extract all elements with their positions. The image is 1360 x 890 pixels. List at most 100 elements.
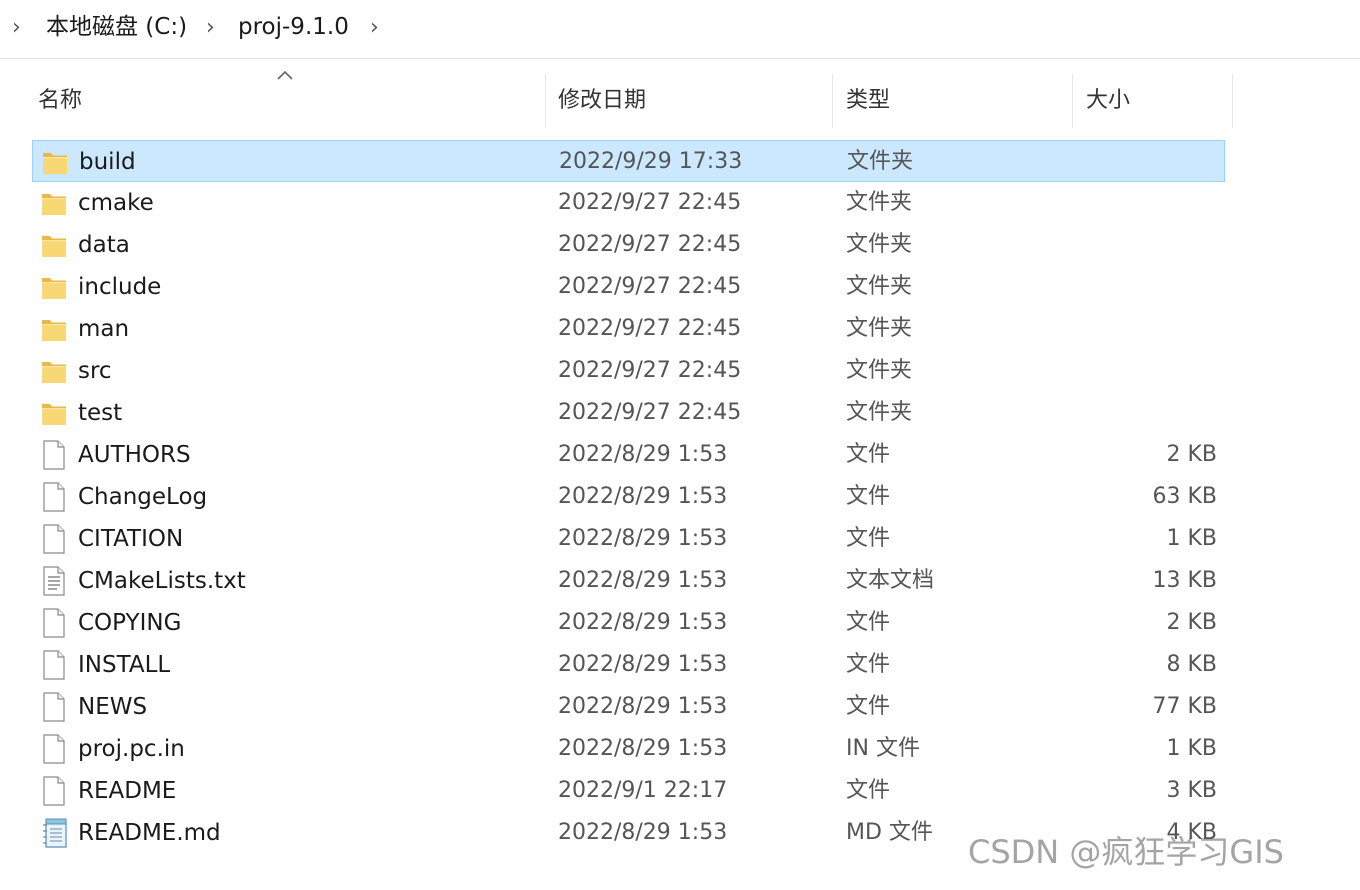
file-name[interactable]: CITATION	[78, 518, 183, 560]
file-type: 文件	[846, 778, 891, 803]
file-row[interactable]: src 2022/9/27 22:45 文件夹	[32, 350, 1225, 392]
file-row[interactable]: CITATION 2022/8/29 1:53 文件 1 KB	[32, 518, 1225, 560]
file-icon	[41, 607, 67, 639]
folder-icon	[41, 397, 67, 429]
file-type: 文件夹	[846, 316, 913, 341]
file-icon	[41, 523, 67, 555]
file-modified-date: 2022/8/29 1:53	[558, 694, 728, 719]
file-size: 8 KB	[1166, 652, 1217, 677]
column-divider[interactable]	[1072, 74, 1073, 128]
file-name[interactable]: build	[79, 141, 136, 183]
file-modified-date: 2022/8/29 1:53	[558, 610, 728, 635]
file-modified-date: 2022/8/29 1:53	[558, 652, 728, 677]
file-row[interactable]: CMakeLists.txt 2022/8/29 1:53 文本文档 13 KB	[32, 560, 1225, 602]
file-icon	[41, 733, 67, 765]
breadcrumb-item-folder[interactable]: proj-9.1.0	[238, 12, 349, 42]
file-row[interactable]: AUTHORS 2022/8/29 1:53 文件 2 KB	[32, 434, 1225, 476]
file-size: 77 KB	[1152, 694, 1217, 719]
file-modified-date: 2022/9/27 22:45	[558, 190, 742, 215]
file-type: 文件	[846, 442, 891, 467]
file-modified-date: 2022/8/29 1:53	[558, 736, 728, 761]
notepad-file-icon	[41, 817, 67, 849]
column-header-size[interactable]: 大小	[1074, 74, 1232, 128]
chevron-right-icon[interactable]: ›	[12, 14, 21, 42]
file-name[interactable]: include	[78, 266, 161, 308]
file-row[interactable]: data 2022/9/27 22:45 文件夹	[32, 224, 1225, 266]
column-header-name[interactable]: 名称	[26, 74, 544, 128]
file-type: 文件	[846, 484, 891, 509]
column-header-type[interactable]: 类型	[834, 74, 1072, 128]
file-size: 63 KB	[1152, 484, 1217, 509]
file-name[interactable]: test	[78, 392, 122, 434]
file-row[interactable]: ChangeLog 2022/8/29 1:53 文件 63 KB	[32, 476, 1225, 518]
file-modified-date: 2022/9/1 22:17	[558, 778, 728, 803]
file-name[interactable]: AUTHORS	[78, 434, 191, 476]
file-name[interactable]: README.md	[78, 812, 221, 854]
file-name[interactable]: src	[78, 350, 112, 392]
file-type: 文本文档	[846, 568, 935, 593]
file-type: 文件	[846, 694, 891, 719]
chevron-right-icon[interactable]: ›	[370, 14, 379, 42]
column-divider[interactable]	[1232, 74, 1233, 128]
folder-icon	[42, 146, 68, 178]
file-modified-date: 2022/8/29 1:53	[558, 484, 728, 509]
column-header-modified[interactable]: 修改日期	[546, 74, 832, 128]
file-modified-date: 2022/8/29 1:53	[558, 820, 728, 845]
file-modified-date: 2022/9/27 22:45	[558, 400, 742, 425]
file-type: 文件	[846, 526, 891, 551]
file-type: 文件夹	[846, 274, 913, 299]
file-name[interactable]: COPYING	[78, 602, 181, 644]
file-size: 2 KB	[1166, 610, 1217, 635]
chevron-right-icon[interactable]: ›	[206, 14, 215, 42]
file-type: 文件夹	[846, 400, 913, 425]
file-size: 1 KB	[1166, 736, 1217, 761]
file-type: MD 文件	[846, 820, 933, 845]
file-icon	[41, 649, 67, 681]
file-row[interactable]: NEWS 2022/8/29 1:53 文件 77 KB	[32, 686, 1225, 728]
file-name[interactable]: proj.pc.in	[78, 728, 185, 770]
file-size: 3 KB	[1166, 778, 1217, 803]
file-type: 文件	[846, 652, 891, 677]
file-modified-date: 2022/8/29 1:53	[558, 442, 728, 467]
column-divider[interactable]	[832, 74, 833, 128]
file-row[interactable]: man 2022/9/27 22:45 文件夹	[32, 308, 1225, 350]
file-modified-date: 2022/9/27 22:45	[558, 358, 742, 383]
file-row[interactable]: COPYING 2022/8/29 1:53 文件 2 KB	[32, 602, 1225, 644]
file-modified-date: 2022/9/27 22:45	[558, 316, 742, 341]
file-icon	[41, 775, 67, 807]
file-modified-date: 2022/8/29 1:53	[558, 568, 728, 593]
file-name[interactable]: README	[78, 770, 176, 812]
file-name[interactable]: cmake	[78, 182, 154, 224]
file-modified-date: 2022/8/29 1:53	[558, 526, 728, 551]
file-row[interactable]: INSTALL 2022/8/29 1:53 文件 8 KB	[32, 644, 1225, 686]
watermark: CSDN @疯狂学习GIS	[968, 833, 1284, 871]
file-modified-date: 2022/9/27 22:45	[558, 274, 742, 299]
file-name[interactable]: CMakeLists.txt	[78, 560, 246, 602]
file-name[interactable]: data	[78, 224, 130, 266]
file-row[interactable]: build 2022/9/29 17:33 文件夹	[32, 140, 1225, 182]
file-size: 1 KB	[1166, 526, 1217, 551]
file-modified-date: 2022/9/27 22:45	[558, 232, 742, 257]
file-row[interactable]: cmake 2022/9/27 22:45 文件夹	[32, 182, 1225, 224]
file-name[interactable]: ChangeLog	[78, 476, 207, 518]
breadcrumb-item-drive[interactable]: 本地磁盘 (C:)	[46, 12, 187, 42]
folder-icon	[41, 355, 67, 387]
file-row[interactable]: include 2022/9/27 22:45 文件夹	[32, 266, 1225, 308]
folder-icon	[41, 271, 67, 303]
address-bar[interactable]: › 本地磁盘 (C:) › proj-9.1.0 ›	[0, 0, 1360, 59]
file-row[interactable]: proj.pc.in 2022/8/29 1:53 IN 文件 1 KB	[32, 728, 1225, 770]
file-name[interactable]: INSTALL	[78, 644, 170, 686]
file-name[interactable]: man	[78, 308, 129, 350]
file-icon	[41, 439, 67, 471]
file-type: IN 文件	[846, 736, 920, 761]
folder-icon	[41, 313, 67, 345]
file-type: 文件	[846, 610, 891, 635]
file-name[interactable]: NEWS	[78, 686, 147, 728]
file-row[interactable]: README 2022/9/1 22:17 文件 3 KB	[32, 770, 1225, 812]
folder-icon	[41, 229, 67, 261]
file-type: 文件夹	[846, 358, 913, 383]
file-row[interactable]: test 2022/9/27 22:45 文件夹	[32, 392, 1225, 434]
text-file-icon	[41, 565, 67, 597]
file-type: 文件夹	[846, 232, 913, 257]
column-header-row: 名称 修改日期 类型 大小	[0, 74, 1360, 128]
